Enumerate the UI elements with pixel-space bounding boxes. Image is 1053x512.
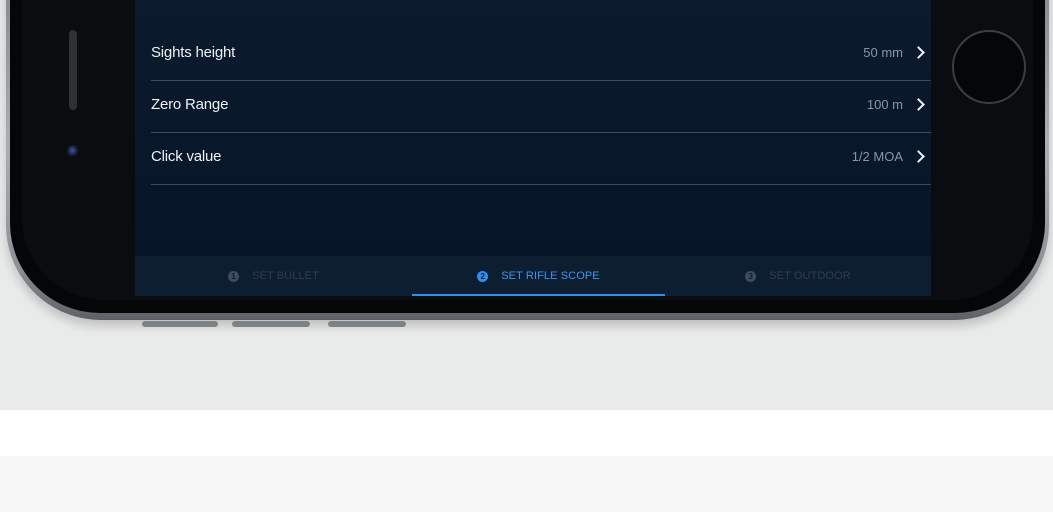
- page-background-bottom: [0, 456, 1053, 512]
- tab-label: SET RIFLE SCOPE: [501, 270, 600, 282]
- volume-up-button: [232, 321, 310, 327]
- home-button[interactable]: [952, 30, 1026, 104]
- front-camera: [67, 145, 79, 157]
- step-number-badge: 2: [477, 270, 489, 282]
- step-number-badge: 3: [745, 270, 757, 282]
- setting-value: 1/2 MOA: [851, 149, 903, 164]
- chevron-right-icon: [912, 150, 925, 163]
- app-screen: Sights height 50 mm Zero Range 100 m Cli…: [135, 0, 931, 296]
- setting-label: Sights height: [151, 44, 236, 61]
- setting-row-sights-height[interactable]: Sights height 50 mm: [151, 29, 931, 81]
- setup-steps-tab-bar: 1 SET BULLET 2 SET RIFLE SCOPE 3 SET OUT…: [135, 256, 931, 296]
- volume-down-button: [328, 321, 406, 327]
- tab-set-rifle-scope[interactable]: 2 SET RIFLE SCOPE: [412, 256, 665, 296]
- tab-set-bullet[interactable]: 1 SET BULLET: [135, 256, 412, 296]
- setting-label: Zero Range: [151, 96, 229, 113]
- phone-speaker: [69, 30, 77, 110]
- setting-value: 100 m: [866, 97, 903, 112]
- setting-row-click-value[interactable]: Click value 1/2 MOA: [151, 133, 931, 185]
- tab-label: SET OUTDOOR: [769, 270, 851, 282]
- step-number-badge: 1: [228, 270, 240, 282]
- setting-value: 50 mm: [863, 45, 903, 60]
- rifle-scope-settings-list: Sights height 50 mm Zero Range 100 m Cli…: [151, 29, 931, 185]
- chevron-right-icon: [912, 46, 925, 59]
- chevron-right-icon: [912, 98, 925, 111]
- setting-row-zero-range[interactable]: Zero Range 100 m: [151, 81, 931, 133]
- tab-set-outdoor[interactable]: 3 SET OUTDOOR: [665, 256, 931, 296]
- side-button: [142, 321, 218, 327]
- tab-label: SET BULLET: [252, 270, 319, 282]
- setting-label: Click value: [151, 148, 222, 165]
- page-background-middle: [0, 410, 1053, 456]
- active-tab-indicator: [412, 294, 665, 296]
